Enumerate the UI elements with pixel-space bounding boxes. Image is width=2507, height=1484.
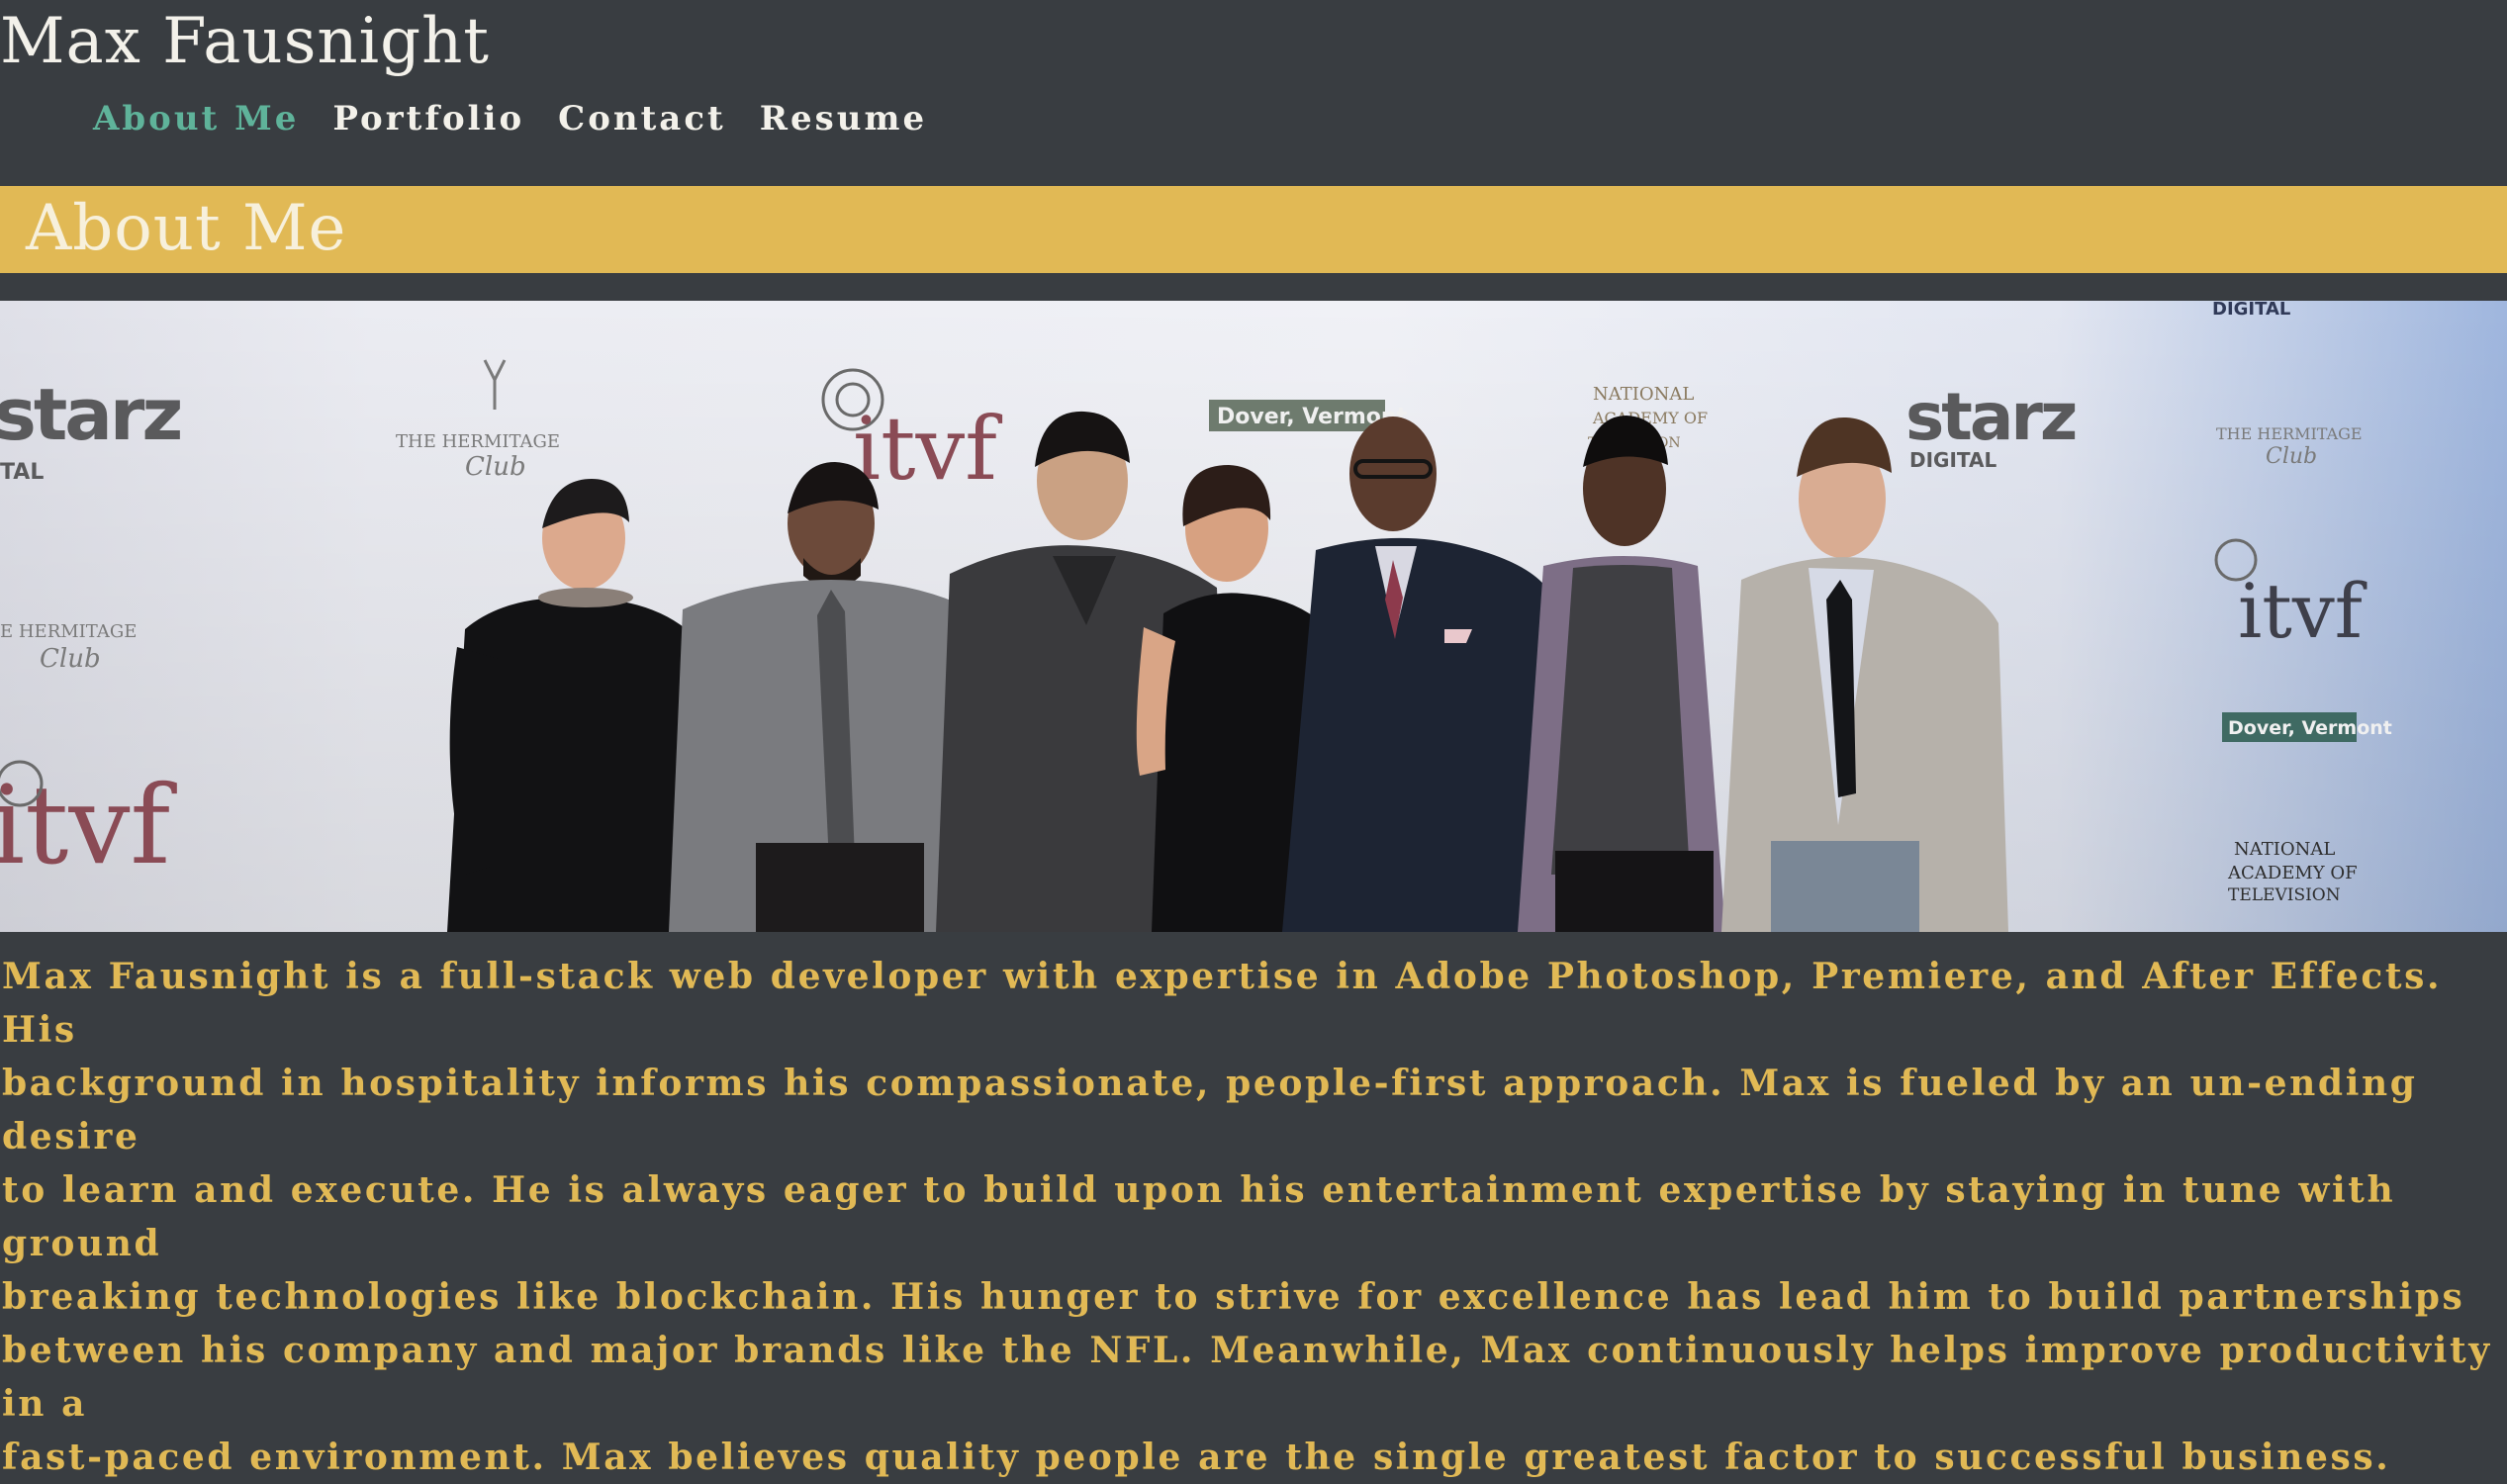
svg-text:E HERMITAGE: E HERMITAGE xyxy=(0,621,137,642)
svg-text:DIGITAL: DIGITAL xyxy=(2212,301,2290,320)
site-header: Max Fausnight About Me Portfolio Contact… xyxy=(0,0,2507,186)
svg-text:Club: Club xyxy=(2266,444,2317,469)
svg-text:itvf: itvf xyxy=(853,398,1002,500)
svg-text:Club: Club xyxy=(40,644,101,674)
svg-text:itvf: itvf xyxy=(2238,567,2368,655)
svg-text:starz: starz xyxy=(1905,379,2076,455)
itvf-logo-small: itvf xyxy=(0,760,178,888)
nav-link-portfolio[interactable]: Portfolio xyxy=(332,91,524,146)
svg-text:THE HERMITAGE: THE HERMITAGE xyxy=(2216,424,2363,443)
svg-text:TELEVISION: TELEVISION xyxy=(2228,885,2341,905)
svg-text:DIGITAL: DIGITAL xyxy=(1909,448,1996,472)
bio-paragraph: Max Fausnight is a full-stack web develo… xyxy=(2,956,2492,1478)
hero-photo: starz TAL itvf itvf THE HERMITAGE Club E… xyxy=(0,301,2507,932)
svg-text:ACADEMY OF: ACADEMY OF xyxy=(2227,863,2358,883)
svg-text:NATIONAL: NATIONAL xyxy=(2234,839,2335,860)
nav-link-resume[interactable]: Resume xyxy=(760,91,927,146)
nav-link-contact[interactable]: Contact xyxy=(558,91,726,146)
nav-link-about-me[interactable]: About Me xyxy=(93,91,299,146)
svg-text:Club: Club xyxy=(465,452,526,482)
svg-text:THE HERMITAGE: THE HERMITAGE xyxy=(396,431,560,452)
section-title: About Me xyxy=(26,192,347,265)
svg-text:starz: starz xyxy=(0,373,180,456)
svg-text:NATIONAL: NATIONAL xyxy=(1593,384,1694,405)
site-title[interactable]: Max Fausnight xyxy=(0,4,490,79)
svg-text:itvf: itvf xyxy=(0,762,178,888)
svg-text:Dover, Vermont: Dover, Vermont xyxy=(2228,717,2392,739)
svg-text:TAL: TAL xyxy=(0,460,44,485)
section-banner: About Me xyxy=(0,186,2507,273)
digital-text-top: DIGITAL xyxy=(2212,301,2290,320)
main-nav: About Me Portfolio Contact Resume xyxy=(93,91,927,146)
dover-vermont-logo-right: Dover, Vermont xyxy=(2222,712,2392,742)
group-photo-image: starz TAL itvf itvf THE HERMITAGE Club E… xyxy=(0,301,2507,932)
